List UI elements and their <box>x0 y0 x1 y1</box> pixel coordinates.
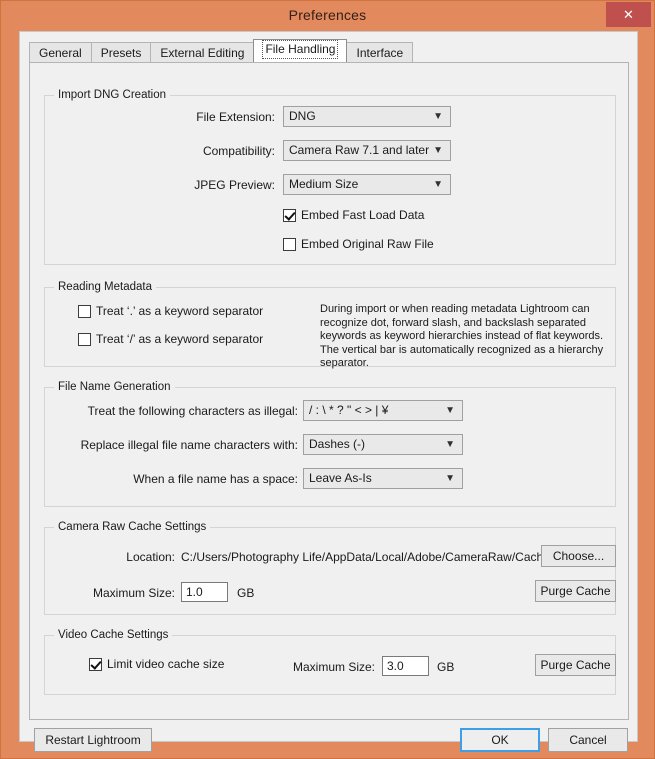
tab-page-file-handling: Import DNG Creation File Extension: DNG … <box>29 62 629 720</box>
illegal-characters-label: Treat the following characters as illega… <box>87 404 298 418</box>
file-extension-value: DNG <box>289 109 316 123</box>
checkbox-icon <box>78 304 91 318</box>
title-bar: Preferences ✕ <box>1 1 654 29</box>
group-file-name-generation-title: File Name Generation <box>54 381 175 393</box>
file-name-space-value: Leave As-Is <box>309 471 372 485</box>
restart-lightroom-button[interactable]: Restart Lightroom <box>34 728 152 752</box>
dialog-body: General Presets External Editing File Ha… <box>19 31 638 752</box>
video-max-size-input[interactable] <box>382 656 429 676</box>
compatibility-label: Compatibility: <box>202 144 275 158</box>
chevron-down-icon: ▼ <box>433 145 443 156</box>
embed-fast-load-data-checkbox[interactable]: Embed Fast Load Data <box>283 208 424 222</box>
group-camera-raw-cache-settings: Camera Raw Cache Settings Location: C:/U… <box>44 521 616 615</box>
reading-metadata-description: During import or when reading metadata L… <box>320 303 604 369</box>
camera-raw-max-size-input[interactable] <box>181 582 228 602</box>
checkbox-icon <box>283 237 296 251</box>
embed-fast-load-data-label: Embed Fast Load Data <box>301 208 425 222</box>
group-import-dng-creation-title: Import DNG Creation <box>54 89 171 101</box>
dot-keyword-separator-label: Treat ‘.’ as a keyword separator <box>96 304 264 318</box>
dot-keyword-separator-checkbox[interactable]: Treat ‘.’ as a keyword separator <box>78 304 263 318</box>
jpeg-preview-select[interactable]: Medium Size ▼ <box>283 174 451 195</box>
video-max-size-label: Maximum Size: <box>292 660 375 674</box>
checkbox-icon <box>78 332 91 346</box>
file-name-space-label: When a file name has a space: <box>133 472 298 486</box>
file-name-space-select[interactable]: Leave As-Is ▼ <box>303 468 463 489</box>
camera-raw-location-label: Location: <box>126 550 175 564</box>
tab-general[interactable]: General <box>29 42 92 62</box>
tab-external-editing[interactable]: External Editing <box>150 42 255 62</box>
close-icon[interactable]: ✕ <box>606 2 651 27</box>
tab-general-label: General <box>39 46 82 60</box>
group-video-cache-settings: Video Cache Settings Limit video cache s… <box>44 629 616 695</box>
illegal-characters-value: / : \ * ? " < > | ¥ <box>309 403 389 417</box>
replace-illegal-characters-select[interactable]: Dashes (-) ▼ <box>303 434 463 455</box>
chevron-down-icon: ▼ <box>445 473 455 484</box>
group-import-dng-creation: Import DNG Creation File Extension: DNG … <box>44 89 616 265</box>
ok-button[interactable]: OK <box>460 728 540 752</box>
group-video-cache-title: Video Cache Settings <box>54 629 173 641</box>
file-extension-label: File Extension: <box>196 110 275 124</box>
slash-keyword-separator-label: Treat ‘/’ as a keyword separator <box>96 332 264 346</box>
tab-file-handling-label: File Handling <box>262 40 339 59</box>
camera-raw-max-size-unit: GB <box>237 586 255 600</box>
video-max-size-unit: GB <box>437 660 455 674</box>
tab-external-editing-label: External Editing <box>160 46 245 60</box>
window-title: Preferences <box>288 7 367 23</box>
chevron-down-icon: ▼ <box>433 111 443 122</box>
tab-interface[interactable]: Interface <box>346 42 414 62</box>
purge-video-cache-button[interactable]: Purge Cache <box>535 654 616 676</box>
replace-illegal-characters-label: Replace illegal file name characters wit… <box>80 438 298 452</box>
choose-button[interactable]: Choose... <box>541 545 616 567</box>
group-reading-metadata-title: Reading Metadata <box>54 281 156 293</box>
limit-video-cache-size-checkbox[interactable]: Limit video cache size <box>89 657 224 671</box>
camera-raw-max-size-label: Maximum Size: <box>92 586 175 600</box>
limit-video-cache-size-label: Limit video cache size <box>107 657 225 671</box>
compatibility-select[interactable]: Camera Raw 7.1 and later ▼ <box>283 140 451 161</box>
group-file-name-generation: File Name Generation Treat the following… <box>44 381 616 507</box>
cancel-button[interactable]: Cancel <box>548 728 628 752</box>
jpeg-preview-label: JPEG Preview: <box>194 178 275 192</box>
jpeg-preview-value: Medium Size <box>289 177 359 191</box>
tab-presets-label: Presets <box>100 46 142 60</box>
chevron-down-icon: ▼ <box>445 405 455 416</box>
group-camera-raw-cache-title: Camera Raw Cache Settings <box>54 521 211 533</box>
tab-interface-label: Interface <box>356 46 404 60</box>
illegal-characters-select[interactable]: / : \ * ? " < > | ¥ ▼ <box>303 400 463 421</box>
compatibility-value: Camera Raw 7.1 and later <box>289 143 430 157</box>
tab-file-handling[interactable]: File Handling <box>253 39 348 62</box>
group-reading-metadata: Reading Metadata Treat ‘.’ as a keyword … <box>44 281 616 369</box>
chevron-down-icon: ▼ <box>445 439 455 450</box>
chevron-down-icon: ▼ <box>433 179 443 190</box>
camera-raw-location-value: C:/Users/Photography Life/AppData/Local/… <box>181 550 554 564</box>
embed-original-raw-file-label: Embed Original Raw File <box>301 237 434 251</box>
tab-presets[interactable]: Presets <box>90 42 152 62</box>
slash-keyword-separator-checkbox[interactable]: Treat ‘/’ as a keyword separator <box>78 332 263 346</box>
embed-original-raw-file-checkbox[interactable]: Embed Original Raw File <box>283 237 434 251</box>
checkbox-icon <box>283 208 296 222</box>
replace-illegal-characters-value: Dashes (-) <box>309 437 366 451</box>
file-extension-select[interactable]: DNG ▼ <box>283 106 451 127</box>
purge-camera-raw-cache-button[interactable]: Purge Cache <box>535 580 616 602</box>
checkbox-icon <box>89 657 102 671</box>
preferences-window: Preferences ✕ General Presets External E… <box>0 0 655 759</box>
tab-strip: General Presets External Editing File Ha… <box>29 39 414 62</box>
